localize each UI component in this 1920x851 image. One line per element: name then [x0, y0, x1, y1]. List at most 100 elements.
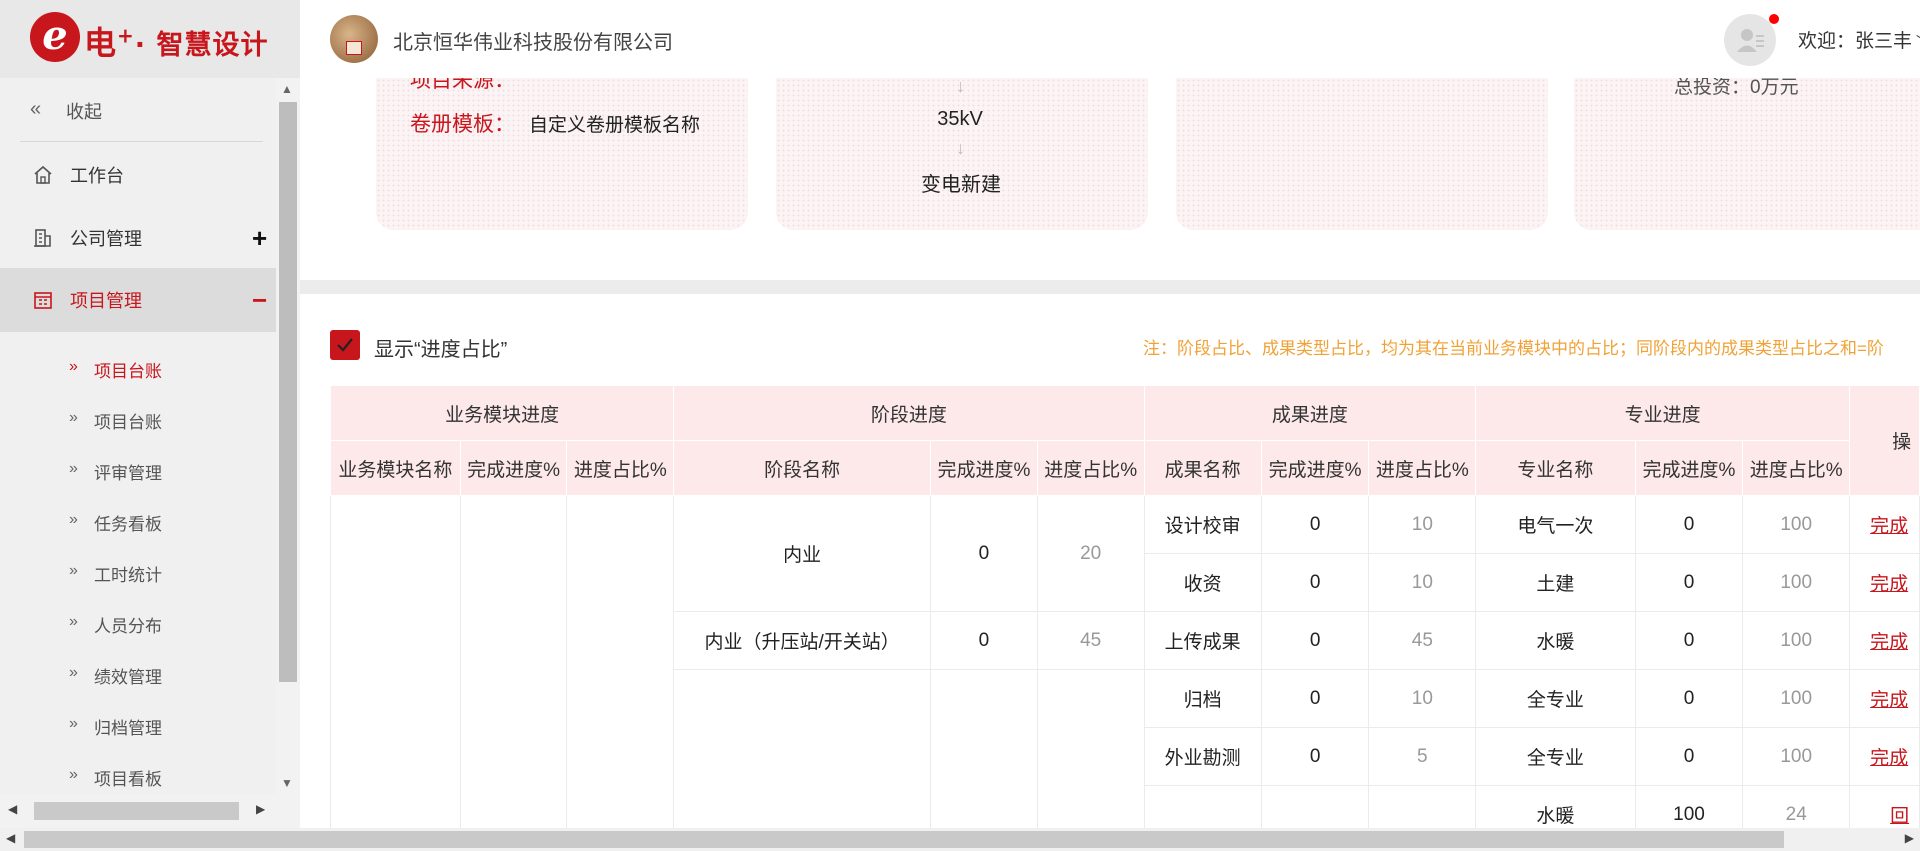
result-name-cell: 收资 — [1143, 553, 1262, 612]
result-ratio-cell: 10 — [1368, 553, 1477, 612]
scroll-left-arrow-icon[interactable]: ◀ — [8, 802, 17, 816]
operation-cell: 回 — [1849, 785, 1920, 828]
scrollbar-thumb[interactable] — [279, 102, 297, 682]
sidebar: « 收起 工作台 公司管理 + 项目管理 − » 项目台账 » 项目台账 » 评… — [0, 78, 276, 794]
complete-link[interactable]: 完成 — [1870, 516, 1908, 537]
double-chevron-right-icon: » — [69, 664, 78, 681]
complete-link[interactable]: 完成 — [1870, 632, 1908, 653]
subnav-project-ledger[interactable]: » 项目台账 — [0, 344, 276, 394]
discipline-ratio-cell: 100 — [1742, 553, 1851, 612]
double-chevron-right-icon: » — [69, 766, 78, 783]
col-discipline-ratio: 进度占比% — [1742, 440, 1851, 496]
col-stage-ratio: 进度占比% — [1036, 440, 1145, 496]
subnav-project-ledger-2[interactable]: » 项目台账 — [0, 395, 276, 445]
subnav-label: 人员分布 — [94, 617, 162, 636]
collapse-minus-icon[interactable]: − — [252, 285, 267, 316]
collapse-button[interactable]: « 收起 — [0, 78, 276, 142]
logo-text: 电+· 智慧设计 — [84, 18, 268, 64]
complete-link[interactable]: 完成 — [1870, 574, 1908, 595]
complete-link[interactable]: 完成 — [1870, 690, 1908, 711]
sidebar-item-company[interactable]: 公司管理 + — [0, 208, 276, 268]
project-source-value: -- — [530, 78, 543, 88]
subnav-label: 归档管理 — [94, 719, 162, 738]
arrow-down-icon: ↓ — [956, 78, 965, 96]
result-done-cell: 0 — [1260, 611, 1370, 670]
scroll-up-arrow-icon[interactable]: ▲ — [281, 82, 293, 96]
result-ratio-cell: 45 — [1368, 611, 1477, 670]
subnav-label: 评审管理 — [94, 464, 162, 483]
volume-template-label: 卷册模板： — [410, 113, 515, 136]
sidebar-horizontal-scrollbar[interactable]: ◀ ▶ — [0, 794, 300, 828]
result-done-cell: 0 — [1260, 669, 1370, 728]
scrollbar-thumb[interactable] — [34, 802, 239, 820]
logo-area: e 电+· 智慧设计 — [0, 0, 300, 78]
user-avatar[interactable] — [1724, 14, 1776, 66]
info-card — [1176, 78, 1548, 230]
col-result-done: 完成进度% — [1260, 440, 1370, 496]
operation-cell: 完成 — [1849, 553, 1920, 612]
result-ratio-cell: 10 — [1368, 495, 1477, 554]
subnav-staff[interactable]: » 人员分布 — [0, 599, 276, 649]
col-result-ratio: 进度占比% — [1368, 440, 1477, 496]
sidebar-item-label: 项目管理 — [70, 291, 142, 311]
stage-name-cell — [673, 669, 932, 828]
subnav-label: 工时统计 — [94, 566, 162, 585]
show-ratio-checkbox[interactable] — [330, 330, 360, 360]
stage-ratio-cell: 45 — [1036, 611, 1145, 670]
subnav-label: 任务看板 — [94, 515, 162, 534]
discipline-name-cell: 电气一次 — [1475, 495, 1636, 554]
scroll-left-arrow-icon[interactable]: ◀ — [6, 831, 15, 845]
show-ratio-label[interactable]: 显示“进度占比” — [374, 333, 507, 362]
double-chevron-right-icon: » — [69, 409, 78, 426]
discipline-done-cell: 0 — [1634, 669, 1744, 728]
subnav-timesheet[interactable]: » 工时统计 — [0, 548, 276, 598]
scroll-right-arrow-icon[interactable]: ▶ — [1905, 831, 1914, 845]
complete-link[interactable]: 完成 — [1870, 748, 1908, 769]
table-sub-header-row: 业务模块名称 完成进度% 进度占比% 阶段名称 完成进度% 进度占比% 成果名称… — [330, 440, 1920, 496]
operation-cell: 完成 — [1849, 611, 1920, 670]
discipline-name-cell: 全专业 — [1475, 727, 1636, 786]
operation-cell: 完成 — [1849, 495, 1920, 554]
subnav-review[interactable]: » 评审管理 — [0, 446, 276, 496]
project-source-label: 项目来源： — [410, 78, 515, 92]
result-ratio-cell: 10 — [1368, 669, 1477, 728]
subnav-project-board[interactable]: » 项目看板 — [0, 752, 276, 794]
col-module-name: 业务模块名称 — [330, 440, 461, 496]
subnav-task-board[interactable]: » 任务看板 — [0, 497, 276, 547]
double-chevron-right-icon: » — [69, 715, 78, 732]
project-info-card — [376, 78, 748, 230]
logo-suffix: · 智慧设计 — [134, 30, 269, 61]
scroll-down-arrow-icon[interactable]: ▼ — [281, 776, 293, 790]
welcome-text: 欢迎：张三丰 — [1798, 31, 1913, 52]
progress-table: 业务模块进度 阶段进度 成果进度 专业进度 操 业务模块名称 完成进度% 进度占… — [329, 385, 1920, 828]
col-result-name: 成果名称 — [1143, 440, 1262, 496]
user-menu[interactable]: 欢迎：张三丰﹀ — [1798, 26, 1920, 53]
sidebar-item-workbench[interactable]: 工作台 — [0, 145, 276, 205]
discipline-done-cell: 0 — [1634, 553, 1744, 612]
subnav-performance[interactable]: » 绩效管理 — [0, 650, 276, 700]
checkmark-icon — [337, 338, 353, 352]
discipline-ratio-cell: 100 — [1742, 495, 1851, 554]
stage-name-cell: 内业 — [673, 495, 932, 612]
total-investment: 总投资：0万元 — [1674, 78, 1799, 98]
rollback-link[interactable]: 回 — [1890, 806, 1909, 827]
result-name-cell: 归档 — [1143, 669, 1262, 728]
result-name-cell: 外业勘测 — [1143, 727, 1262, 786]
sidebar-item-project[interactable]: 项目管理 − — [0, 268, 276, 332]
scrollbar-thumb[interactable] — [24, 831, 1784, 848]
scroll-right-arrow-icon[interactable]: ▶ — [256, 802, 265, 816]
stage-done-cell — [930, 669, 1038, 828]
main-horizontal-scrollbar[interactable]: ◀ ▶ — [0, 828, 1920, 851]
home-icon — [32, 164, 54, 186]
sidebar-vertical-scrollbar[interactable]: ▲ ▼ — [276, 78, 300, 794]
section-divider — [300, 280, 1920, 294]
subnav-label: 项目看板 — [94, 770, 162, 789]
table-row: 内业 0 20 设计校审 0 10 电气一次 0 100 完成 — [330, 495, 1920, 828]
company-name: 北京恒华伟业科技股份有限公司 — [393, 32, 673, 54]
discipline-name-cell: 水暖 — [1475, 611, 1636, 670]
result-done-cell: 0 — [1260, 495, 1370, 554]
discipline-done-cell: 0 — [1634, 727, 1744, 786]
discipline-ratio-cell: 100 — [1742, 727, 1851, 786]
expand-plus-icon[interactable]: + — [252, 223, 267, 254]
subnav-archive[interactable]: » 归档管理 — [0, 701, 276, 751]
